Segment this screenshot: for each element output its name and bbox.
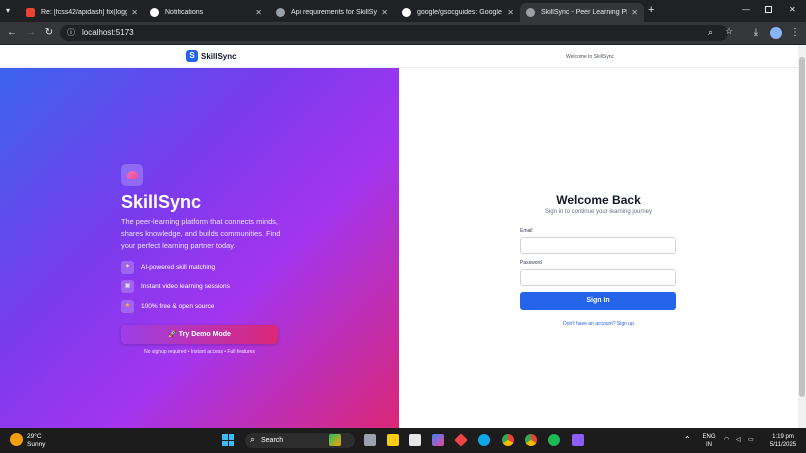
tab-title: google/gsocguides: Google Su	[417, 9, 504, 16]
weather-desc: Sunny	[27, 441, 46, 448]
browser-tab-3[interactable]: Api requirements for SkillSync ✕	[270, 3, 394, 22]
password-label: Password	[520, 260, 542, 266]
profile-avatar[interactable]	[770, 27, 782, 39]
gmail-icon	[26, 8, 35, 17]
site-info-icon[interactable]: ⓘ	[67, 27, 75, 38]
browser-tab-strip: ▾ Re: [fcss42/apidash] fix(loggin ✕ Noti…	[0, 0, 806, 22]
search-label: Search	[261, 437, 284, 444]
feature-item: ▣ Instant video learning sessions	[121, 280, 230, 293]
store-icon[interactable]	[409, 434, 421, 446]
reload-button[interactable]: ↻	[42, 26, 56, 40]
task-view-icon[interactable]	[364, 434, 376, 446]
battery-icon[interactable]: ▭	[748, 436, 754, 444]
globe-icon	[526, 8, 535, 17]
scrollbar-thumb[interactable]	[799, 57, 805, 397]
bookmark-star-icon[interactable]: ☆	[725, 26, 733, 37]
clock-date: 5/11/2025	[769, 442, 797, 448]
video-icon: ▣	[121, 280, 134, 293]
browser-toolbar: ← → ↻ ⓘ localhost:5173 ⌕ ☆ ⤓ ⋮	[0, 22, 806, 44]
clock[interactable]: 1:19 pm 5/11/2025	[766, 433, 800, 449]
feature-label: Instant video learning sessions	[141, 283, 230, 290]
demo-note: No signup required • Instant access • Fu…	[144, 349, 255, 355]
brain-icon	[121, 164, 143, 186]
start-button-icon[interactable]	[222, 434, 234, 446]
download-icon[interactable]: ⤓	[749, 26, 763, 40]
login-panel: Welcome Back Sign in to continue your le…	[399, 68, 798, 428]
header-welcome-text: Welcome to SkillSync	[566, 54, 614, 60]
browser-tab-1[interactable]: Re: [fcss42/apidash] fix(loggin ✕	[20, 3, 144, 22]
hero-panel: SkillSync The peer-learning platform tha…	[0, 68, 399, 428]
sign-up-link[interactable]: Don't have an account? Sign up	[399, 321, 798, 327]
file-explorer-icon[interactable]	[387, 434, 399, 446]
volume-icon[interactable]: ◁	[736, 436, 741, 444]
copilot-icon[interactable]	[432, 434, 444, 446]
app-header: S SkillSync Welcome to SkillSync	[0, 45, 798, 68]
browser-tab-active[interactable]: SkillSync - Peer Learning Platfo ✕	[520, 3, 644, 22]
tab-title: Re: [fcss42/apidash] fix(loggin	[41, 9, 128, 16]
close-tab-icon[interactable]: ✕	[507, 8, 514, 17]
sparkle-icon: ✦	[121, 261, 134, 274]
globe-icon	[276, 8, 285, 17]
feature-label: AI-powered skill matching	[141, 264, 216, 271]
weather-temp: 29°C	[27, 433, 42, 440]
widgets-icon[interactable]	[329, 434, 341, 446]
brain-icon-shape	[127, 171, 138, 179]
login-subtitle: Sign in to continue your learning journe…	[544, 209, 653, 215]
app-purple-icon[interactable]	[572, 434, 584, 446]
new-tab-button[interactable]: +	[648, 4, 654, 16]
tab-search-icon[interactable]: ▾	[6, 6, 10, 15]
hero-description: The peer-learning platform that connects…	[121, 217, 281, 250]
forward-button[interactable]: →	[24, 26, 38, 40]
web-page: S SkillSync Welcome to SkillSync SkillSy…	[0, 45, 798, 428]
browser-tab-2[interactable]: Notifications ✕	[144, 3, 268, 22]
language: ENG	[702, 434, 716, 440]
login-title: Welcome Back	[556, 193, 641, 207]
chrome-profile-icon[interactable]	[525, 434, 537, 446]
email-label: Email	[520, 228, 533, 234]
github-icon	[402, 8, 411, 17]
app-red-icon[interactable]	[454, 433, 468, 447]
close-tab-icon[interactable]: ✕	[631, 8, 638, 17]
browser-tab-4[interactable]: google/gsocguides: Google Su ✕	[396, 3, 520, 22]
feature-item: ★ 100% free & open source	[121, 300, 214, 313]
password-field[interactable]	[520, 269, 676, 286]
minimize-button[interactable]: —	[742, 5, 750, 14]
url-text: localhost:5173	[82, 28, 134, 37]
wifi-icon[interactable]: ◠	[724, 436, 729, 444]
close-tab-icon[interactable]: ✕	[381, 8, 388, 17]
github-icon	[150, 8, 159, 17]
close-window-button[interactable]: ✕	[789, 5, 796, 14]
hero-title: SkillSync	[121, 192, 202, 212]
weather-sun-icon[interactable]	[10, 433, 23, 446]
feature-item: ✦ AI-powered skill matching	[121, 261, 215, 274]
try-demo-button[interactable]: 🚀 Try Demo Mode	[121, 325, 278, 344]
app-name[interactable]: SkillSync	[201, 52, 237, 61]
search-icon: ⌕	[250, 434, 256, 444]
email-field[interactable]	[520, 237, 676, 254]
edge-icon[interactable]	[478, 434, 490, 446]
weather-widget[interactable]: 29°C Sunny	[27, 433, 45, 449]
feature-label: 100% free & open source	[141, 303, 215, 310]
star-icon: ★	[121, 300, 134, 313]
clock-time: 1:19 pm	[772, 434, 794, 440]
region: IN	[706, 442, 712, 448]
tab-title: SkillSync - Peer Learning Platfo	[541, 9, 627, 16]
tray-chevron-icon[interactable]: ⌃	[684, 436, 691, 444]
page-scrollbar[interactable]	[798, 45, 806, 428]
tab-title: Notifications	[165, 9, 204, 16]
restore-button[interactable]	[765, 6, 772, 13]
zoom-icon[interactable]: ⌕	[708, 27, 713, 38]
back-button[interactable]: ←	[5, 26, 19, 40]
windows-taskbar: 29°C Sunny ⌕ Search ⌃ ENG IN ◠ ◁ ▭ 1:19 …	[0, 428, 806, 453]
close-tab-icon[interactable]: ✕	[255, 8, 262, 17]
tab-title: Api requirements for SkillSync	[291, 9, 378, 16]
sign-in-button[interactable]: Sign In	[520, 292, 676, 310]
spotify-icon[interactable]	[548, 434, 560, 446]
chrome-icon[interactable]	[502, 434, 514, 446]
browser-menu-icon[interactable]: ⋮	[788, 26, 802, 40]
close-tab-icon[interactable]: ✕	[131, 8, 138, 17]
logo-icon[interactable]: S	[186, 50, 198, 62]
address-bar[interactable]: ⓘ localhost:5173 ⌕ ☆	[60, 25, 733, 41]
language-indicator[interactable]: ENG IN	[700, 433, 718, 449]
